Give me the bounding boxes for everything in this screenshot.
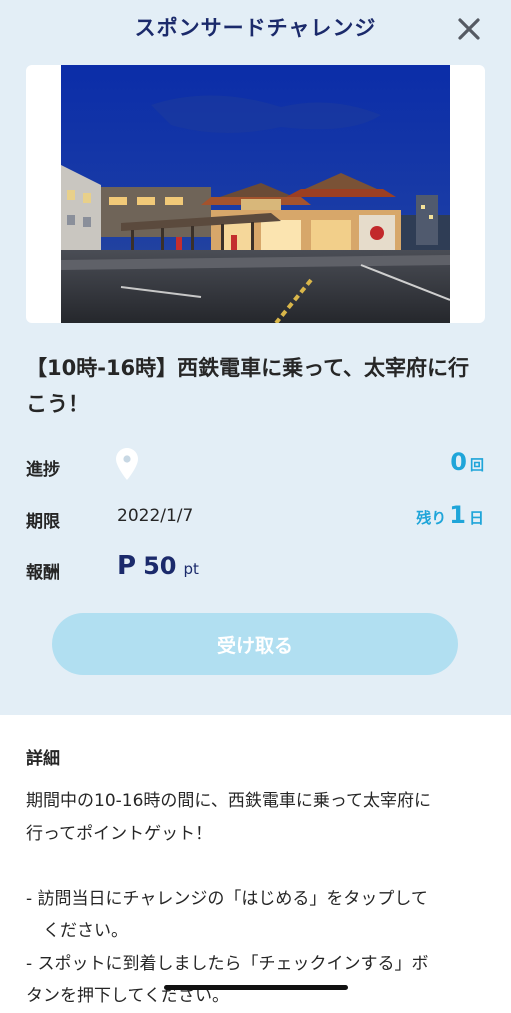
challenge-title: 【10時-16時】西鉄電車に乗って、太宰府に行こう！	[26, 356, 470, 416]
home-indicator[interactable]	[164, 985, 348, 990]
deadline-date: 2022/1/7	[117, 506, 194, 526]
remaining-prefix: 残り	[416, 509, 447, 527]
reward-points: P 50 pt	[117, 551, 199, 581]
close-button[interactable]	[452, 12, 486, 46]
points-symbol-icon: P	[117, 551, 137, 581]
map-pin-icon	[116, 448, 138, 480]
progress-label: 進捗	[26, 460, 60, 480]
close-icon	[458, 18, 480, 40]
progress-count-unit: 回	[470, 458, 484, 474]
reward-label: 報酬	[26, 563, 60, 583]
remaining-days: 残り 1 日	[416, 501, 484, 529]
page-title: スポンサードチャレンジ	[134, 16, 377, 40]
reward-amount: 50	[143, 552, 177, 580]
deadline-label: 期限	[26, 512, 60, 532]
reward-unit: pt	[183, 560, 199, 578]
details-body: 期間中の10-16時の間に、西鉄電車に乗って太宰府に 行ってポイントゲット！ -…	[26, 791, 432, 1006]
progress-count-value: 0	[450, 448, 467, 476]
remaining-days-unit: 日	[468, 509, 484, 527]
challenge-photo	[26, 65, 485, 323]
receive-button[interactable]: 受け取る	[52, 613, 458, 675]
remaining-days-value: 1	[449, 501, 466, 529]
progress-count: 0 回	[450, 448, 484, 476]
station-night-photo	[61, 65, 450, 323]
details-heading: 詳細	[26, 749, 60, 769]
